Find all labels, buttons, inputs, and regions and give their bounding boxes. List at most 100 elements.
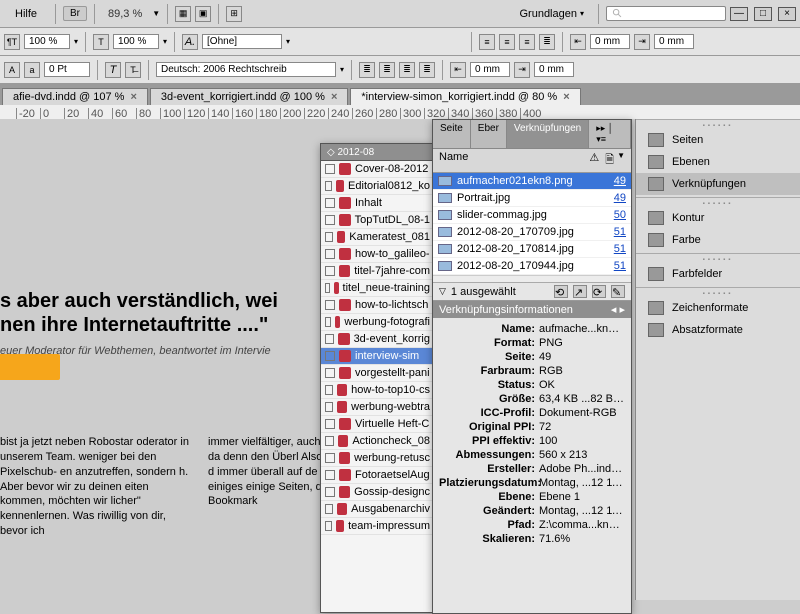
checkbox[interactable] bbox=[325, 487, 335, 497]
close-tab-icon[interactable]: × bbox=[563, 91, 569, 103]
first-indent[interactable]: 0 mm bbox=[470, 62, 510, 77]
align-left-icon[interactable]: ≡ bbox=[479, 34, 495, 50]
dock-panel-item[interactable]: Verknüpfungen bbox=[636, 173, 800, 195]
links-panel[interactable]: SeiteEberVerknüpfungen▸▸ │ ▾≡ Name ⚠ 🗎 ▼… bbox=[432, 119, 632, 614]
dock-panel-item[interactable]: Zeichenformate bbox=[636, 297, 800, 319]
align-right-icon[interactable]: ≡ bbox=[519, 34, 535, 50]
link-page[interactable]: 50 bbox=[614, 209, 626, 221]
window-close[interactable]: × bbox=[778, 7, 796, 21]
book-panel-header[interactable]: ◇ 2012-08 bbox=[321, 144, 434, 161]
link-page[interactable]: 51 bbox=[614, 260, 626, 272]
document-tab[interactable]: afie-dvd.indd @ 107 %× bbox=[2, 88, 148, 105]
link-row[interactable]: 2012-08-20_170814.jpg51 bbox=[433, 241, 631, 258]
horizontal-scale[interactable]: 100 % bbox=[24, 34, 70, 49]
indent-right-icon[interactable]: ⇥ bbox=[634, 34, 650, 50]
checkbox[interactable] bbox=[325, 181, 332, 191]
book-item[interactable]: 3d-event_korrig bbox=[321, 331, 434, 348]
book-item[interactable]: team-impressum bbox=[321, 518, 434, 535]
link-row[interactable]: Portrait.jpg49 bbox=[433, 190, 631, 207]
justify-left-icon[interactable]: ≣ bbox=[379, 62, 395, 78]
dock-panel-item[interactable]: Farbfelder bbox=[636, 263, 800, 285]
indent-right[interactable]: 0 mm bbox=[654, 34, 694, 49]
screen-mode-icon[interactable]: ▣ bbox=[195, 6, 211, 22]
underline-icon[interactable]: T bbox=[93, 34, 109, 50]
char-style-icon[interactable]: A. bbox=[182, 34, 198, 50]
justify-right-icon[interactable]: ≣ bbox=[419, 62, 435, 78]
window-maximize[interactable]: □ bbox=[754, 7, 772, 21]
book-item[interactable]: how-to-lichtsch bbox=[321, 297, 434, 314]
view-options-icon[interactable]: ▦ bbox=[175, 6, 191, 22]
book-item[interactable]: titel_neue-training bbox=[321, 280, 434, 297]
book-item[interactable]: Editorial0812_ko bbox=[321, 178, 434, 195]
baseline-shift[interactable]: 0 Pt bbox=[44, 62, 90, 77]
book-panel[interactable]: ◇ 2012-08 Cover-08-2012Editorial0812_koI… bbox=[320, 143, 435, 613]
book-item[interactable]: Gossip-designc bbox=[321, 484, 434, 501]
last-indent-icon[interactable]: ⇥ bbox=[514, 62, 530, 78]
zoom-level[interactable]: 89,3 % bbox=[102, 8, 148, 20]
close-tab-icon[interactable]: × bbox=[331, 91, 337, 103]
strikethrough-icon[interactable]: T̶ bbox=[125, 62, 141, 78]
book-item[interactable]: werbung-webtra bbox=[321, 399, 434, 416]
char-style-select[interactable]: [Ohne] bbox=[202, 34, 282, 49]
checkbox[interactable] bbox=[325, 300, 335, 310]
checkbox[interactable] bbox=[325, 385, 333, 395]
book-item[interactable]: titel-7jahre-com bbox=[321, 263, 434, 280]
book-item[interactable]: Cover-08-2012 bbox=[321, 161, 434, 178]
warning-column-icon[interactable]: ⚠ bbox=[589, 151, 599, 170]
book-item[interactable]: Kameratest_081 bbox=[321, 229, 434, 246]
justify-center-icon[interactable]: ≣ bbox=[399, 62, 415, 78]
link-page[interactable]: 51 bbox=[614, 226, 626, 238]
indent-left[interactable]: 0 mm bbox=[590, 34, 630, 49]
book-item[interactable]: how-to-top10-cs bbox=[321, 382, 434, 399]
search-field[interactable] bbox=[606, 6, 726, 21]
window-minimize[interactable]: — bbox=[730, 7, 748, 21]
checkbox[interactable] bbox=[325, 164, 335, 174]
checkbox[interactable] bbox=[325, 283, 330, 293]
link-page[interactable]: 51 bbox=[614, 243, 626, 255]
char-formatting-icon[interactable]: ¶T bbox=[4, 34, 20, 50]
checkbox[interactable] bbox=[325, 521, 332, 531]
book-item[interactable]: vorgestellt-pani bbox=[321, 365, 434, 382]
checkbox[interactable] bbox=[325, 249, 335, 259]
document-tab[interactable]: 3d-event_korrigiert.indd @ 100 %× bbox=[150, 88, 348, 105]
panel-tab[interactable]: Eber bbox=[471, 120, 507, 148]
checkbox[interactable] bbox=[325, 266, 335, 276]
align-justify-icon[interactable]: ≣ bbox=[539, 34, 555, 50]
close-tab-icon[interactable]: × bbox=[130, 91, 136, 103]
last-indent[interactable]: 0 mm bbox=[534, 62, 574, 77]
dock-panel-item[interactable]: Seiten bbox=[636, 129, 800, 151]
checkbox[interactable] bbox=[325, 470, 335, 480]
link-row[interactable]: 2012-08-20_170944.jpg51 bbox=[433, 258, 631, 275]
checkbox[interactable] bbox=[325, 317, 331, 327]
indent-left-icon[interactable]: ⇤ bbox=[570, 34, 586, 50]
book-item[interactable]: TopTutDL_08-1 bbox=[321, 212, 434, 229]
language-select[interactable]: Deutsch: 2006 Rechtschreib bbox=[156, 62, 336, 77]
checkbox[interactable] bbox=[325, 402, 333, 412]
document-tab[interactable]: *interview-simon_korrigiert.indd @ 80 %× bbox=[350, 88, 580, 105]
checkbox[interactable] bbox=[325, 453, 335, 463]
justify-all-icon[interactable]: ≣ bbox=[359, 62, 375, 78]
page-column-icon[interactable]: 🗎 bbox=[605, 151, 614, 170]
relink-icon[interactable]: ⟲ bbox=[554, 285, 568, 298]
checkbox[interactable] bbox=[325, 504, 333, 514]
align-center-icon[interactable]: ≡ bbox=[499, 34, 515, 50]
link-row[interactable]: 2012-08-20_170709.jpg51 bbox=[433, 224, 631, 241]
scrollbar-horizontal[interactable] bbox=[433, 275, 631, 283]
book-item[interactable]: Inhalt bbox=[321, 195, 434, 212]
italic-t-icon[interactable]: T bbox=[105, 62, 121, 78]
book-item[interactable]: Ausgabenarchiv bbox=[321, 501, 434, 518]
panel-collapse-icon[interactable]: ▸▸ │ ▾≡ bbox=[589, 120, 631, 148]
checkbox[interactable] bbox=[325, 351, 335, 361]
goto-link-icon[interactable]: ↗ bbox=[573, 285, 587, 298]
link-row[interactable]: aufmacher021ekn8.png49 bbox=[433, 173, 631, 190]
book-item[interactable]: FotoraetselAug bbox=[321, 467, 434, 484]
baseline-shift-icon[interactable]: a bbox=[24, 62, 40, 78]
link-page[interactable]: 49 bbox=[614, 192, 626, 204]
workspace-switcher[interactable]: Grundlagen ▾ bbox=[512, 6, 591, 22]
book-item[interactable]: interview-sim bbox=[321, 348, 434, 365]
checkbox[interactable] bbox=[325, 334, 334, 344]
edit-original-icon[interactable]: ✎ bbox=[611, 285, 625, 298]
info-nav-icon[interactable]: ◂ ▸ bbox=[611, 303, 625, 316]
dock-panel-item[interactable]: Absatzformate bbox=[636, 319, 800, 341]
panel-tab[interactable]: Seite bbox=[433, 120, 471, 148]
